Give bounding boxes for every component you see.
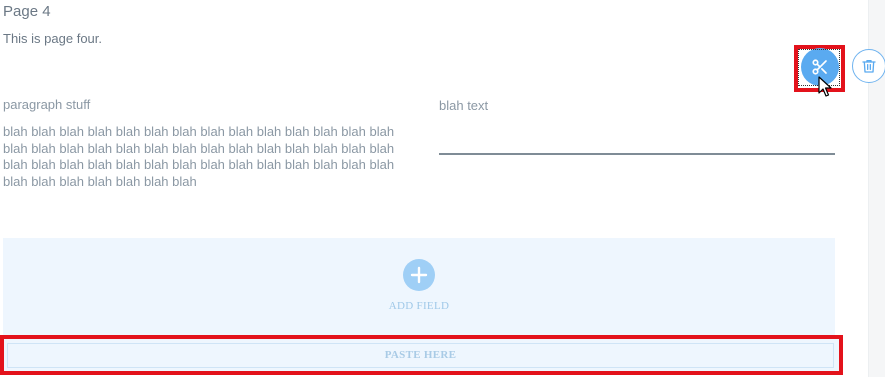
- paragraph-field-text[interactable]: blah blah blah blah blah blah blah blah …: [3, 124, 397, 190]
- blah-text-field-label: blah text: [439, 98, 489, 113]
- page-title: Page 4: [3, 3, 51, 20]
- add-field-button[interactable]: [403, 259, 435, 291]
- page-description: This is page four.: [3, 31, 102, 46]
- paste-here-label[interactable]: PASTE HERE: [7, 349, 834, 361]
- add-field-label[interactable]: ADD FIELD: [339, 300, 499, 312]
- plus-icon: [410, 266, 428, 284]
- delete-button[interactable]: [852, 49, 885, 83]
- mouse-pointer-icon: [818, 76, 832, 97]
- blah-text-input[interactable]: [439, 130, 835, 155]
- paragraph-field-label: paragraph stuff: [3, 97, 91, 112]
- trash-icon: [862, 60, 876, 73]
